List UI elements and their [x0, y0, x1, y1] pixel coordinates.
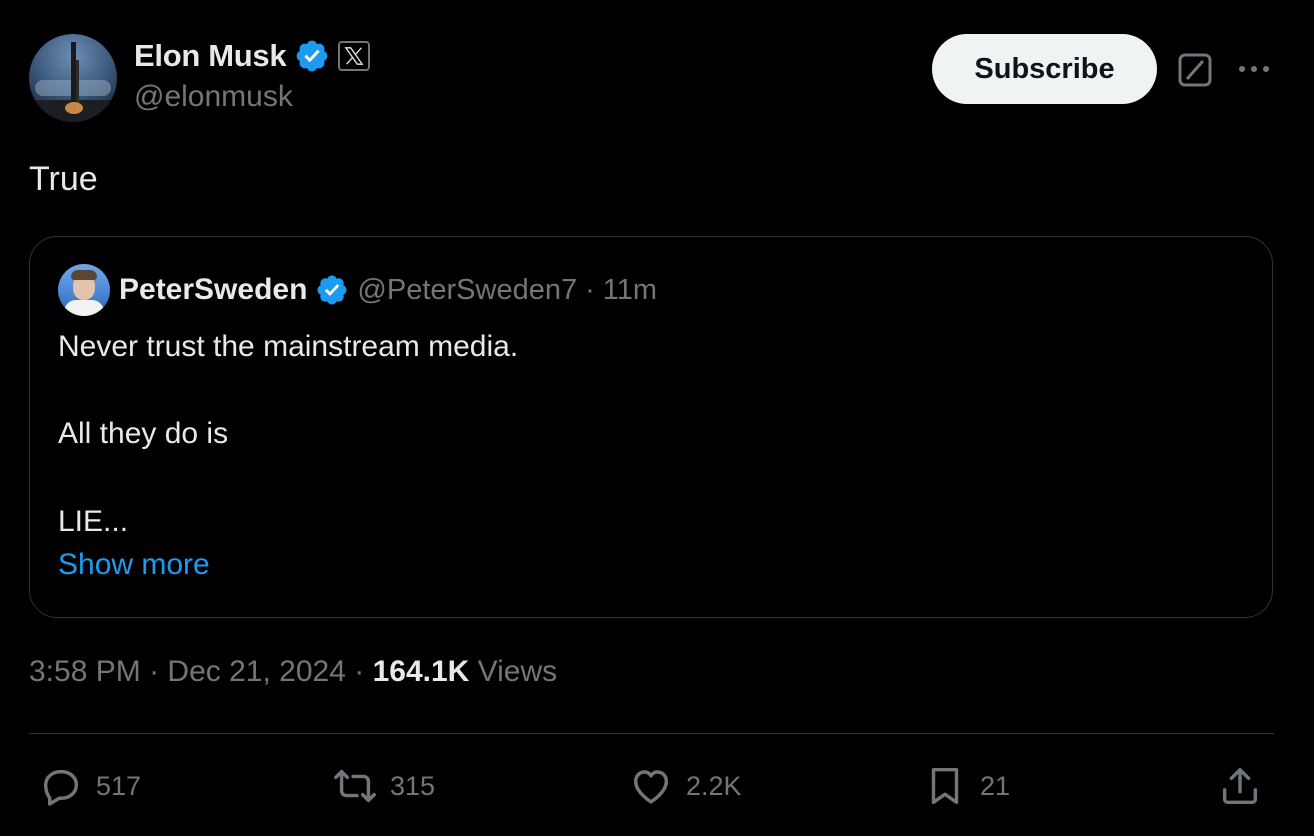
- show-more-link[interactable]: Show more: [58, 548, 210, 582]
- subscribe-button[interactable]: Subscribe: [932, 34, 1157, 104]
- repost-count: 315: [390, 770, 436, 801]
- grok-icon[interactable]: [1178, 53, 1212, 87]
- reply-count: 517: [96, 770, 142, 801]
- share-icon: [1222, 767, 1258, 805]
- views-label: Views: [477, 655, 558, 688]
- reply-button[interactable]: 517: [38, 760, 141, 812]
- bookmark-button[interactable]: 21: [922, 760, 1010, 812]
- bookmark-count: 21: [980, 770, 1011, 801]
- tweet-text: True: [29, 160, 98, 198]
- quoted-tweet-time: 11m: [602, 273, 658, 306]
- separator-dot: ·: [585, 273, 595, 306]
- quoted-tweet-line: Never trust the mainstream media.: [58, 330, 519, 363]
- more-options-icon[interactable]: [1236, 58, 1272, 80]
- author-handle[interactable]: @elonmusk: [134, 80, 293, 114]
- author-avatar[interactable]: [29, 34, 117, 122]
- verified-badge-icon[interactable]: [294, 38, 330, 74]
- like-button[interactable]: 2.2K: [628, 760, 742, 812]
- separator-dot: ·: [354, 655, 365, 688]
- quoted-tweet-line: All they do is: [58, 417, 229, 450]
- share-button[interactable]: [1217, 760, 1263, 812]
- separator-dot: ·: [149, 655, 160, 688]
- author-display-name[interactable]: Elon Musk: [134, 38, 287, 74]
- tweet-date[interactable]: Dec 21, 2024: [167, 655, 345, 688]
- quoted-author-avatar[interactable]: [58, 264, 110, 316]
- tweet-meta: 3:58 PM · Dec 21, 2024 · 164.1K Views: [29, 655, 557, 689]
- reply-icon: [43, 769, 79, 806]
- bookmark-icon: [931, 767, 959, 805]
- x-logo-icon[interactable]: [338, 41, 371, 71]
- tweet-time[interactable]: 3:58 PM: [29, 655, 141, 688]
- repost-icon: [334, 769, 376, 803]
- verified-badge-icon: [317, 275, 347, 305]
- quoted-author-handle: @PeterSweden7: [357, 273, 578, 306]
- author-name-row: Elon Musk: [134, 36, 371, 76]
- quoted-tweet-header: PeterSweden @PeterSweden7 · 11m: [119, 270, 657, 310]
- like-count: 2.2K: [686, 770, 742, 801]
- quoted-tweet-line: LIE...: [58, 505, 129, 538]
- divider: [29, 733, 1274, 734]
- heart-icon: [633, 770, 669, 804]
- repost-button[interactable]: 315: [332, 760, 435, 812]
- quoted-author-name[interactable]: PeterSweden: [119, 273, 307, 307]
- views-count: 164.1K: [372, 655, 470, 688]
